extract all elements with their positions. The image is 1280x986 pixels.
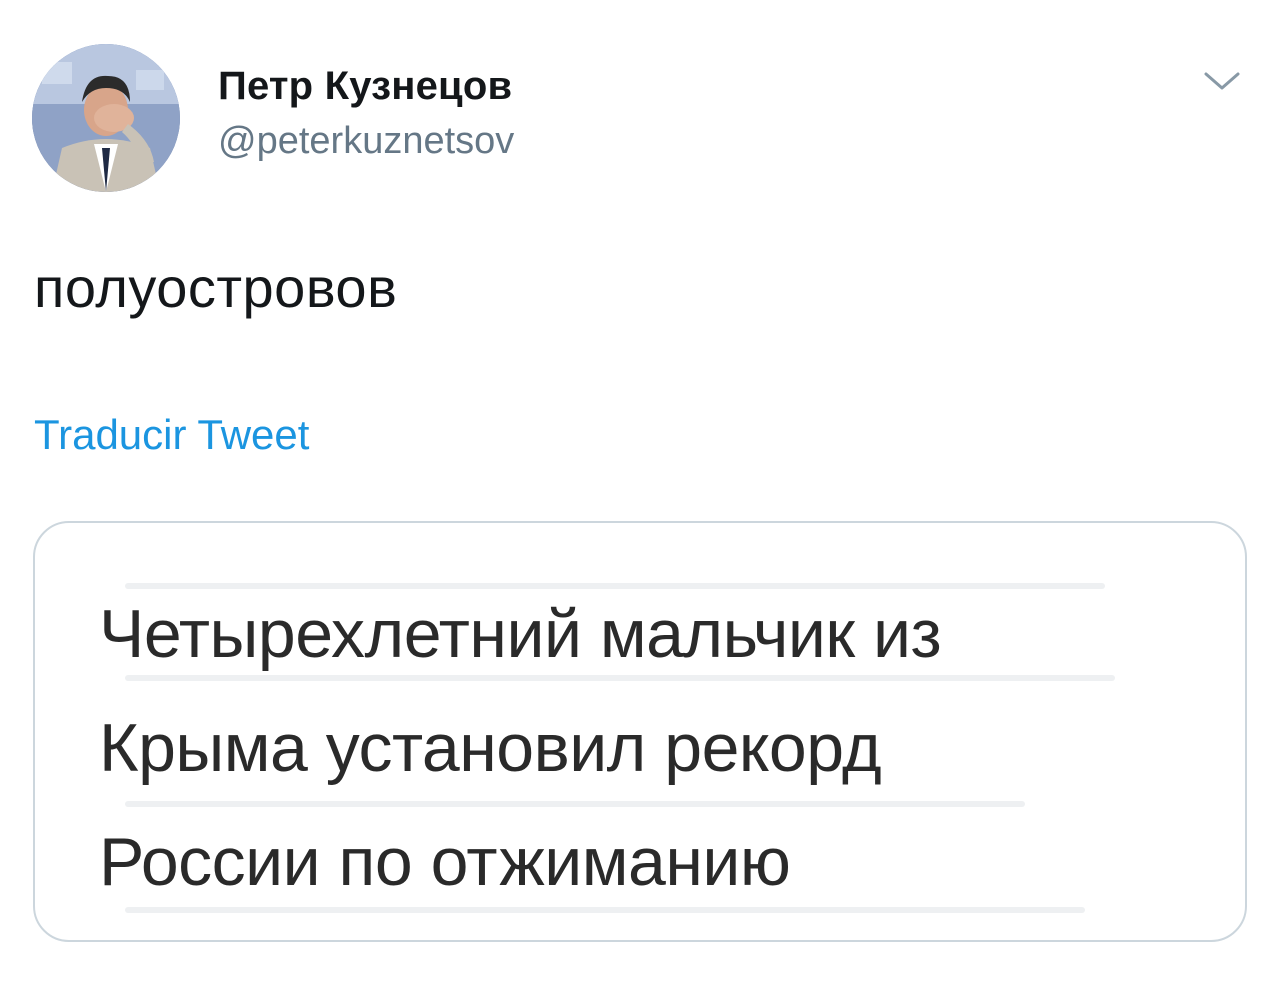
tweet-text: полуостровов <box>34 256 398 319</box>
avatar[interactable] <box>32 44 180 192</box>
translate-tweet-link[interactable]: Traducir Tweet <box>34 408 309 462</box>
media-line: Крыма установил рекорд <box>99 710 882 786</box>
user-handle[interactable]: @peterkuznetsov <box>218 116 514 166</box>
media-card[interactable]: Четырехлетний мальчик из Крыма установил… <box>33 521 1247 942</box>
author-block: Петр Кузнецов @peterkuznetsov <box>218 60 514 166</box>
media-image-text: Четырехлетний мальчик из Крыма установил… <box>99 577 942 919</box>
display-name[interactable]: Петр Кузнецов <box>218 60 514 112</box>
chevron-down-icon <box>1204 72 1240 90</box>
person-photo-icon <box>32 44 180 192</box>
media-line: России по отжиманию <box>99 824 791 900</box>
tweet: Петр Кузнецов @peterkuznetsov полуостров… <box>0 0 1280 986</box>
media-line: Четырехлетний мальчик из <box>99 596 942 672</box>
tweet-menu-button[interactable] <box>1202 66 1242 96</box>
